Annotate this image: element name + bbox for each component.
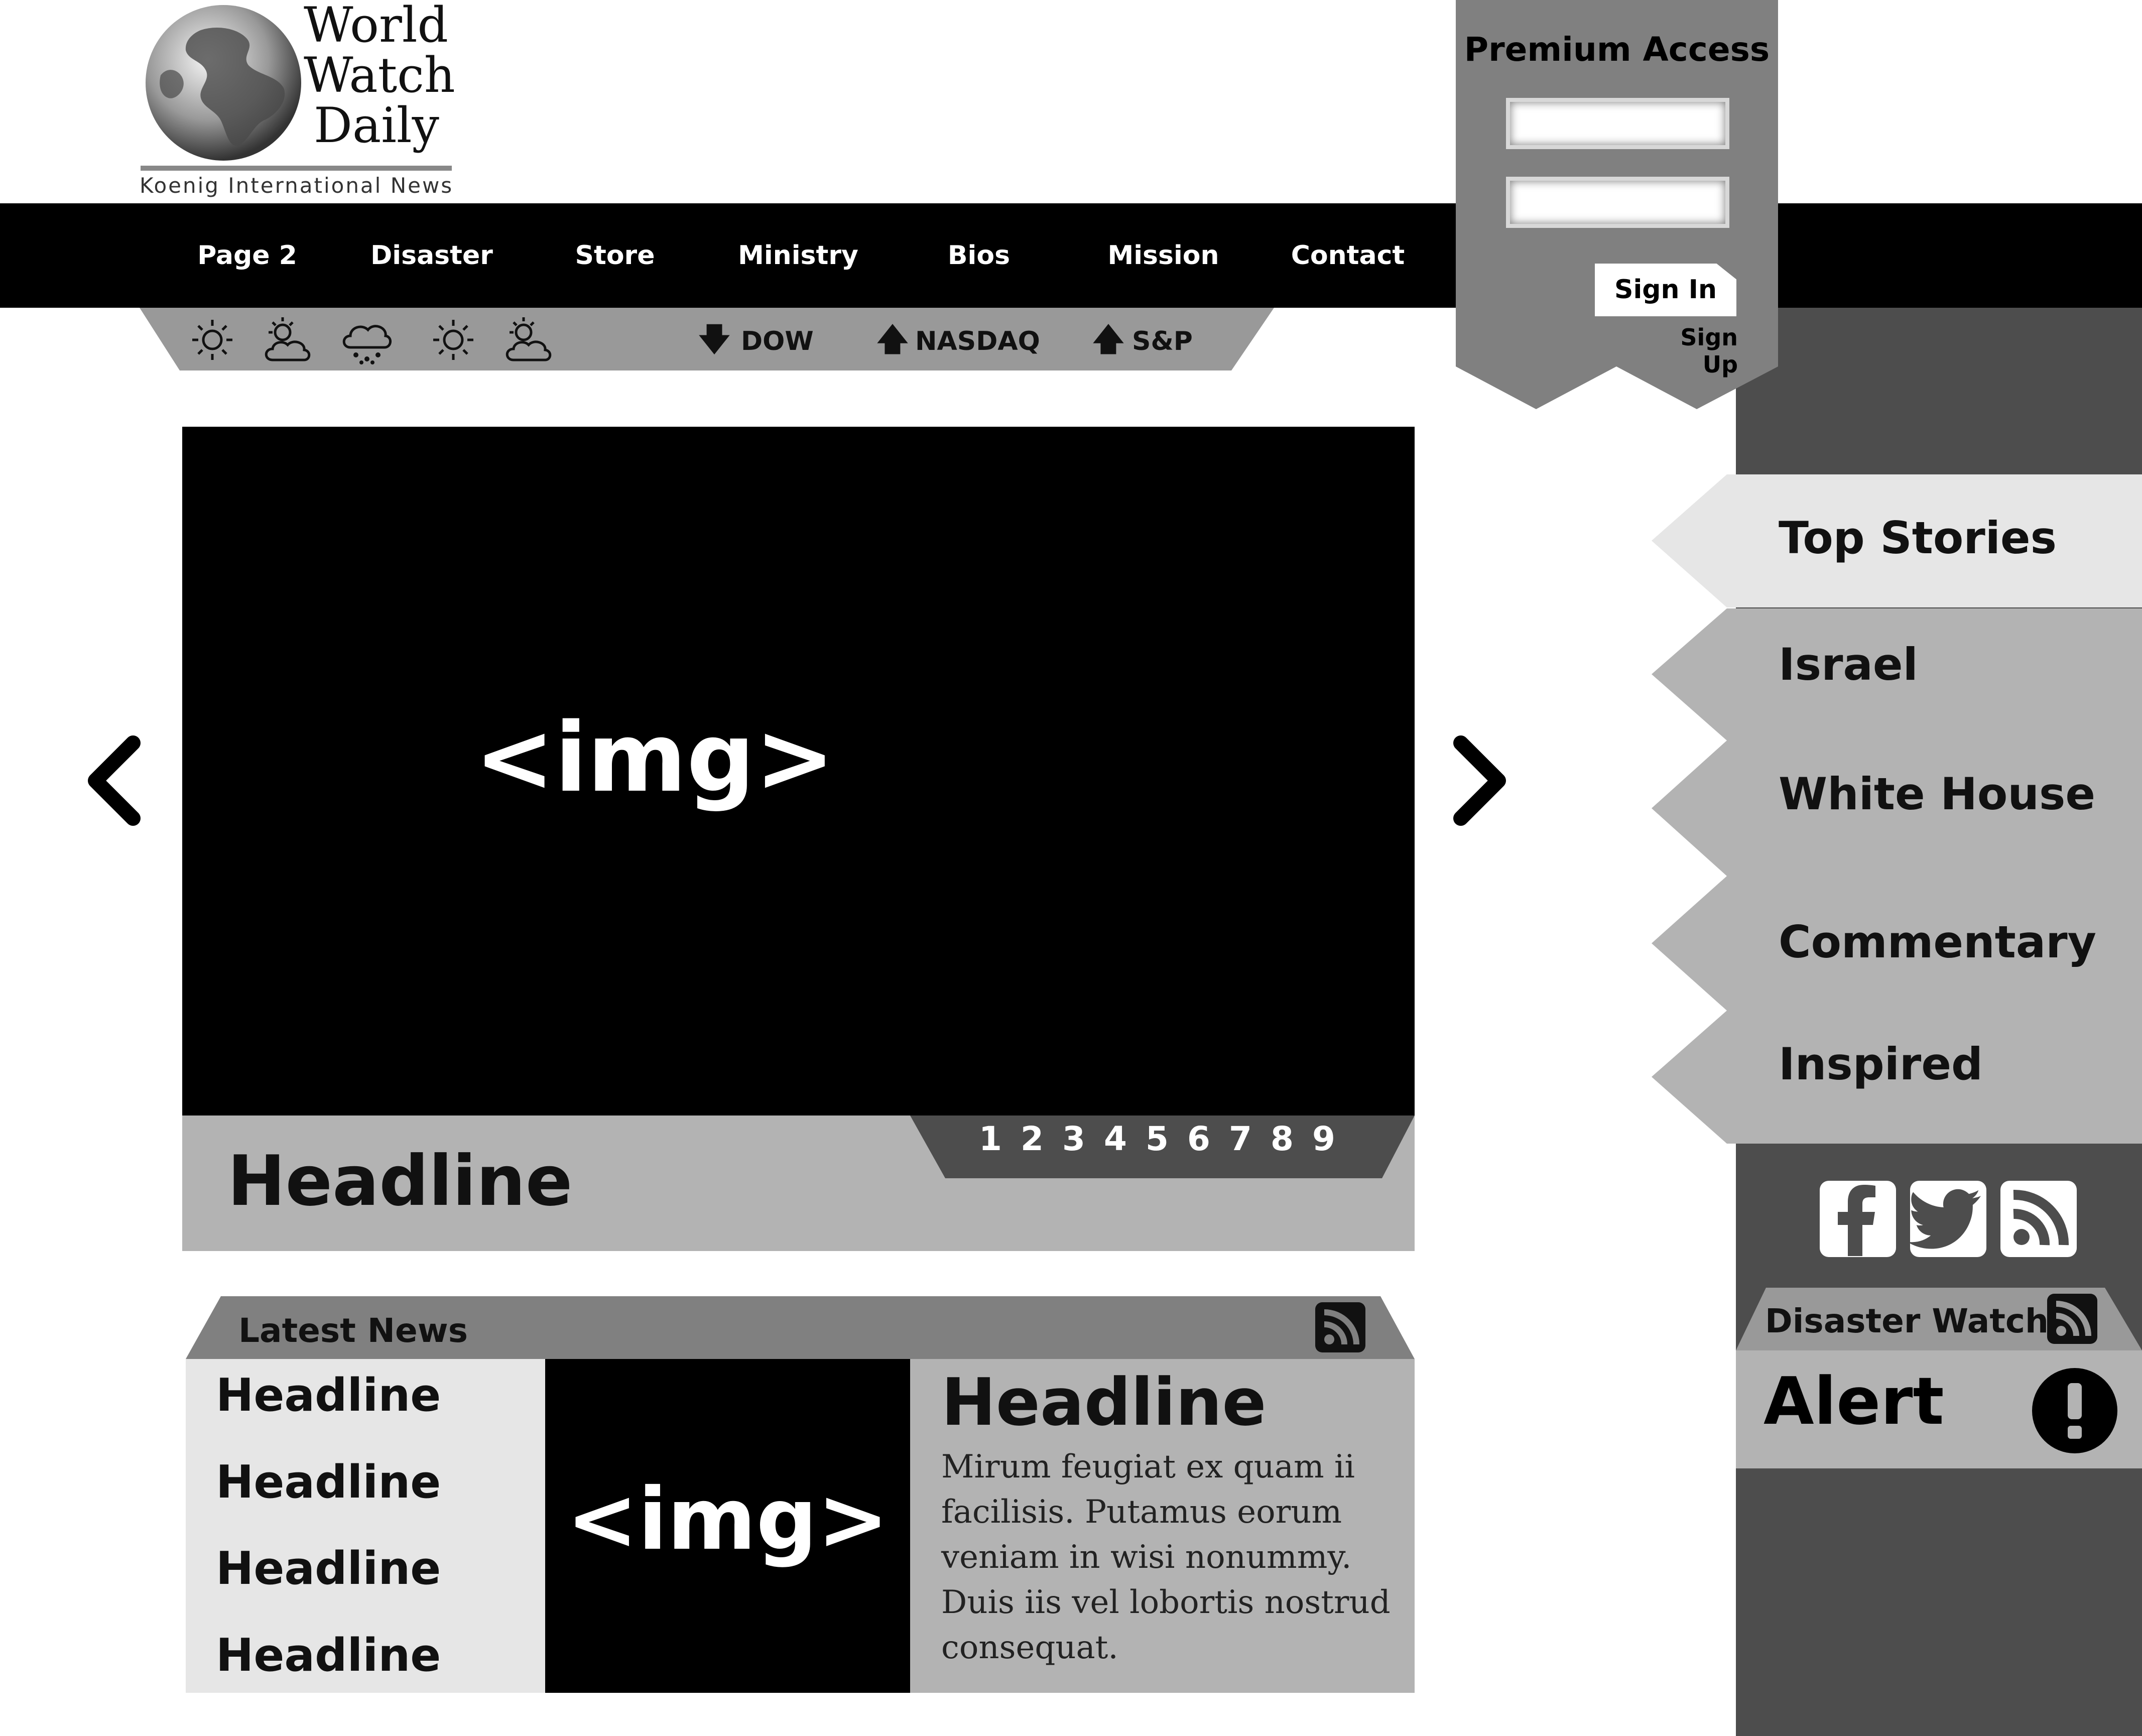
- nav-mission[interactable]: Mission: [1094, 203, 1232, 308]
- page-4[interactable]: 4: [1098, 1120, 1133, 1158]
- market-dow[interactable]: 🡇 DOW: [697, 308, 814, 370]
- carousel-pagination: 1 2 3 4 5 6 7 8 9: [910, 1115, 1415, 1178]
- site-logo[interactable]: World Watch Daily Koenig International N…: [136, 0, 462, 203]
- partly-cloudy-icon: [265, 317, 311, 361]
- list-item[interactable]: Headline: [216, 1542, 441, 1595]
- hero-caption: Headline 1 2 3 4 5 6 7 8 9: [182, 1115, 1415, 1251]
- premium-title: Premium Access: [1464, 30, 1770, 69]
- list-item[interactable]: Headline: [216, 1456, 441, 1509]
- story-body: Mirum feugiat ex quam ii facilisis. Puta…: [941, 1448, 1391, 1666]
- arrow-up-icon: 🡅: [1092, 321, 1124, 357]
- username-field[interactable]: [1506, 98, 1729, 149]
- sun-icon: [433, 320, 473, 360]
- page-3[interactable]: 3: [1056, 1120, 1091, 1158]
- tab-white-house[interactable]: White House: [1652, 740, 2142, 876]
- disaster-watch-widget[interactable]: Disaster Watch Alert: [1736, 1288, 2142, 1468]
- hero-image-placeholder: <img>: [474, 702, 835, 813]
- premium-access-panel: Premium Access Sign In Sign Up: [1456, 0, 1778, 409]
- tab-top-stories[interactable]: Top Stories: [1652, 474, 2142, 607]
- logo-word-3: Daily: [314, 97, 439, 154]
- sign-in-button[interactable]: Sign In: [1595, 264, 1736, 316]
- ticker-strip: 🡇 DOW 🡅 NASDAQ 🡅 S&P: [140, 308, 1274, 370]
- nav-store[interactable]: Store: [562, 203, 668, 308]
- next-arrow-icon[interactable]: [1451, 735, 1511, 826]
- partly-cloudy-icon: [506, 317, 552, 361]
- story-headline[interactable]: Headline: [941, 1364, 1267, 1440]
- main-nav: Page 2 Disaster Watch Store Ministry Bio…: [0, 203, 2142, 375]
- news-image-placeholder: <img>: [566, 1470, 889, 1569]
- tab-label: Israel: [1779, 639, 1918, 690]
- disaster-watch-title: Disaster Watch: [1765, 1302, 2049, 1340]
- tab-label: Commentary: [1779, 916, 2096, 968]
- tab-commentary[interactable]: Commentary: [1652, 876, 2142, 1011]
- rss-icon[interactable]: [2000, 1181, 2077, 1257]
- market-nasdaq-label: NASDAQ: [915, 326, 1040, 356]
- tab-inspired[interactable]: Inspired: [1652, 1011, 2142, 1144]
- page-2[interactable]: 2: [1015, 1120, 1050, 1158]
- arrow-down-icon: 🡇: [698, 321, 730, 357]
- sign-up-link[interactable]: Sign Up: [1652, 324, 1738, 378]
- tab-israel[interactable]: Israel: [1652, 608, 2142, 740]
- exclamation-icon: [2032, 1368, 2117, 1453]
- page-1[interactable]: 1: [973, 1120, 1008, 1158]
- tab-label: White House: [1779, 768, 2096, 820]
- page-6[interactable]: 6: [1181, 1120, 1216, 1158]
- globe-icon: [146, 5, 301, 161]
- tab-label: Top Stories: [1779, 512, 2057, 564]
- rain-icon: [342, 325, 392, 364]
- previous-arrow-icon[interactable]: [83, 735, 143, 826]
- alert-label: Alert: [1763, 1363, 1944, 1439]
- page-7[interactable]: 7: [1223, 1120, 1258, 1158]
- nav-page-2[interactable]: Page 2: [196, 203, 299, 308]
- page-9[interactable]: 9: [1306, 1120, 1341, 1158]
- market-nasdaq[interactable]: 🡅 NASDAQ: [875, 308, 1040, 370]
- hero-headline[interactable]: Headline: [227, 1141, 572, 1221]
- page-8[interactable]: 8: [1265, 1120, 1300, 1158]
- sun-icon: [192, 320, 232, 360]
- nav-bios[interactable]: Bios: [934, 203, 1024, 308]
- nav-ministry[interactable]: Ministry: [728, 203, 868, 308]
- market-sp-label: S&P: [1132, 326, 1193, 356]
- rss-icon[interactable]: [2047, 1294, 2097, 1344]
- logo-rule: [141, 166, 452, 171]
- nav-disaster-watch[interactable]: Disaster Watch: [326, 203, 537, 375]
- twitter-icon[interactable]: [1910, 1181, 1986, 1257]
- market-sp[interactable]: 🡅 S&P: [1091, 308, 1193, 370]
- list-item[interactable]: Headline: [216, 1629, 441, 1682]
- list-item[interactable]: Headline: [216, 1369, 441, 1422]
- hero-image[interactable]: <img>: [182, 427, 1415, 1115]
- facebook-icon[interactable]: [1820, 1181, 1896, 1257]
- rss-icon[interactable]: [1315, 1302, 1365, 1352]
- tab-label: Inspired: [1779, 1038, 1983, 1090]
- logo-word-1: World: [304, 0, 448, 53]
- logo-word-2: Watch: [304, 47, 455, 103]
- nav-contact[interactable]: Contact: [1283, 203, 1413, 308]
- page-5[interactable]: 5: [1140, 1120, 1175, 1158]
- latest-news-title: Latest News: [238, 1311, 468, 1350]
- latest-news-section: Latest News Headline Headline Headline H…: [186, 1296, 1415, 1693]
- arrow-up-icon: 🡅: [876, 321, 909, 357]
- market-dow-label: DOW: [741, 326, 814, 356]
- logo-tagline: Koenig International News: [140, 173, 454, 198]
- featured-story: Headline Mirum feugiat ex quam ii facili…: [910, 1359, 1415, 1693]
- news-image[interactable]: <img>: [545, 1359, 910, 1693]
- headline-list: Headline Headline Headline Headline: [186, 1359, 545, 1693]
- password-field[interactable]: [1506, 177, 1729, 228]
